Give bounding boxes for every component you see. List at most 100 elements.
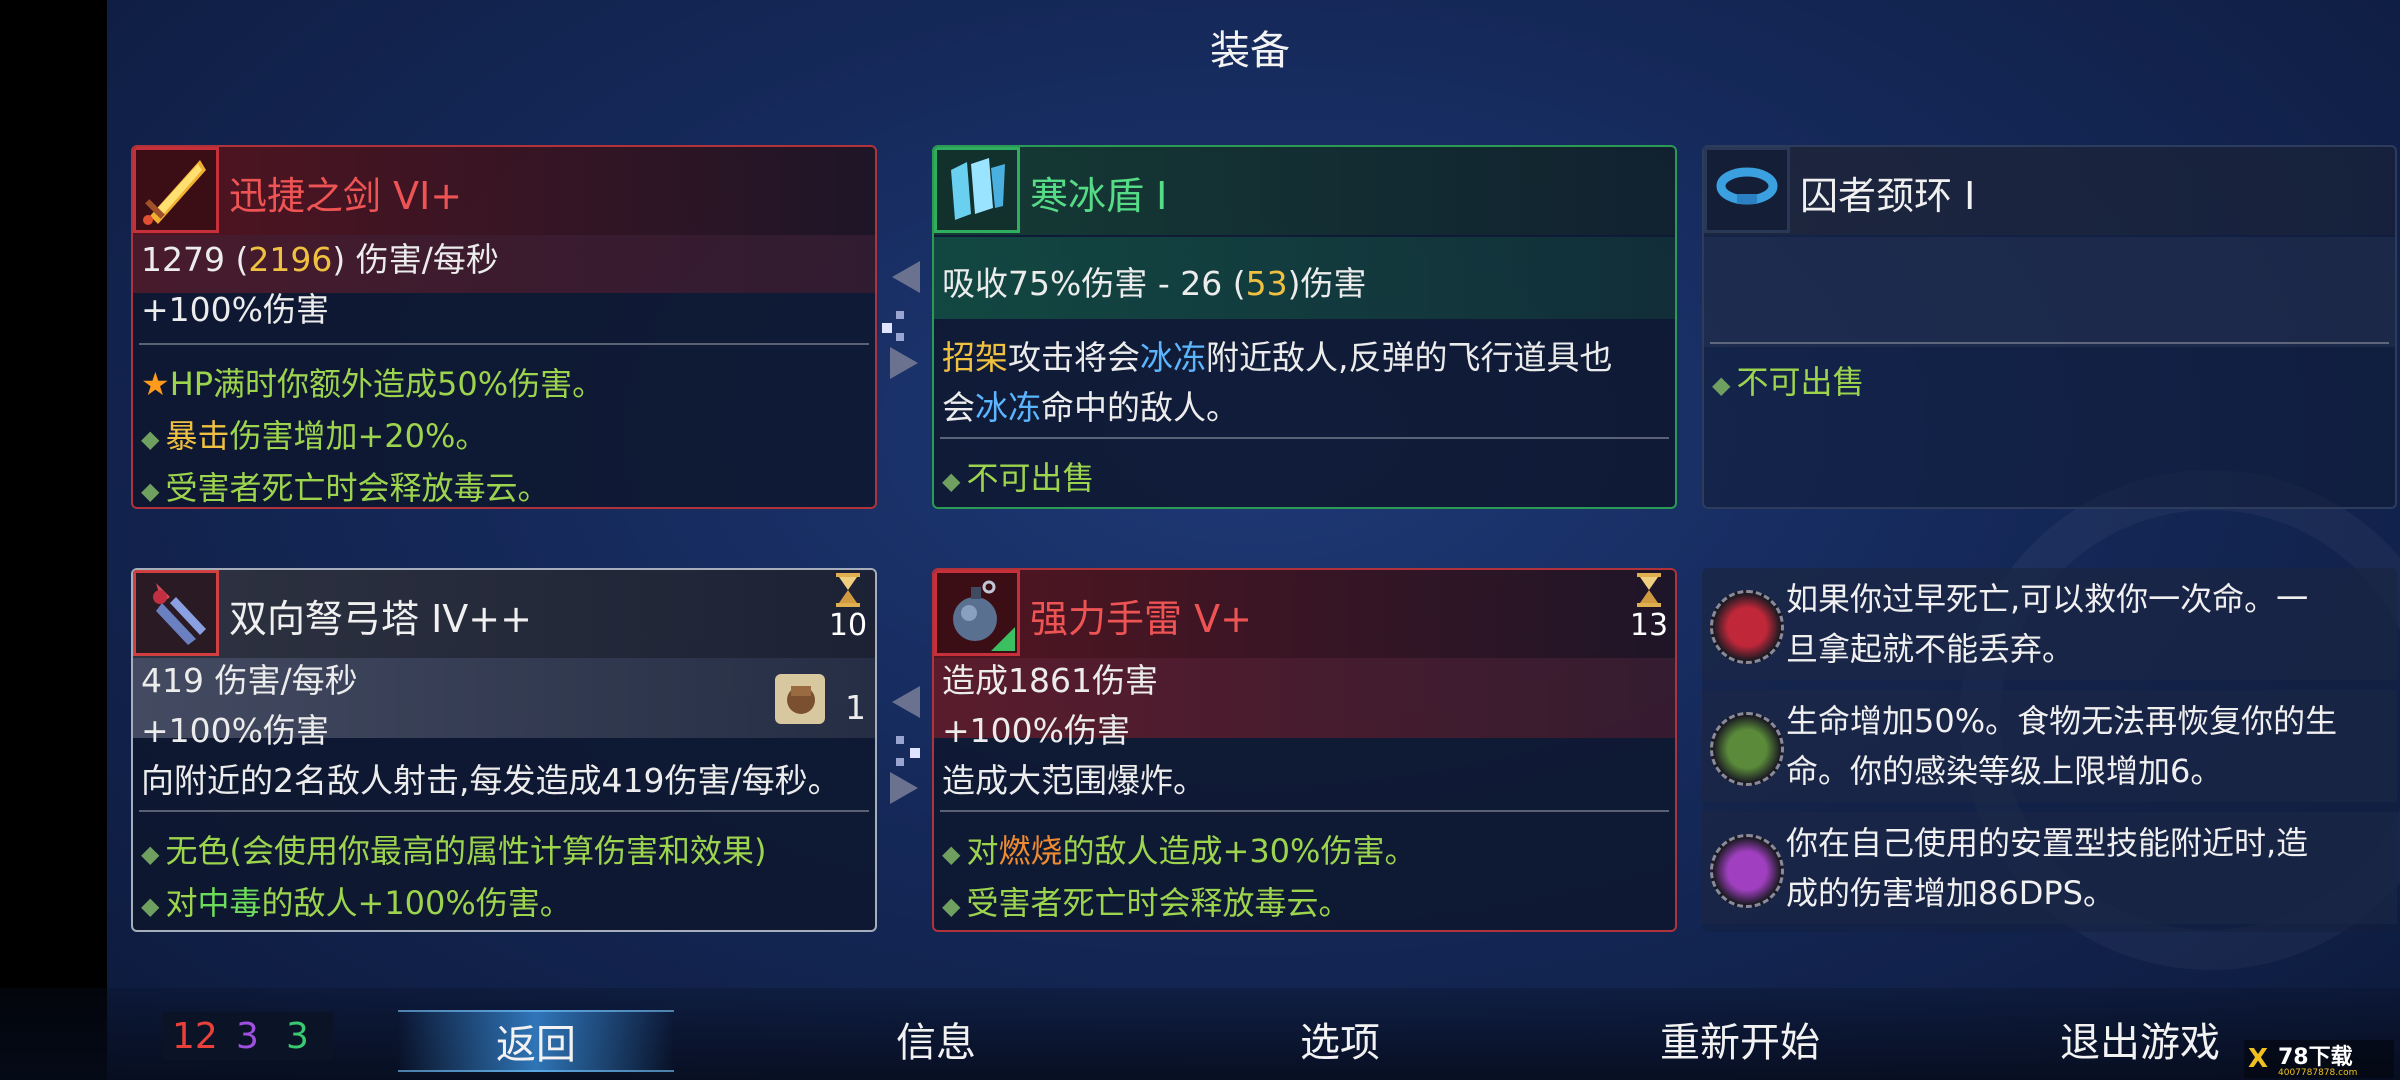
item-name: 寒冰盾 I xyxy=(1030,174,1168,218)
mutation-row[interactable]: 生命增加50%。食物无法再恢复你的生 命。你的感染等级上限增加6。 xyxy=(1702,690,2397,802)
mutation-row[interactable]: 你在自己使用的安置型技能附近时,造 成的伤害增加86DPS。 xyxy=(1702,812,2397,924)
mutation-row[interactable]: 如果你过早死亡,可以救你一次命。一 旦拿起就不能丢弃。 xyxy=(1702,568,2397,680)
weapon-card-swift-sword[interactable]: 迅捷之剑 VI+ 1279 (2196) 伤害/每秒 +100%伤害 ★HP满时… xyxy=(131,145,877,509)
text-segment: 对 xyxy=(165,884,198,922)
star-icon: ★ xyxy=(141,365,170,403)
diamond-bullet-icon: ◆ xyxy=(141,840,160,868)
text-segment: 附近敌人,反弹的飞行道具也 xyxy=(1206,338,1613,377)
absorb-base: 吸收75%伤害 - 26 ( xyxy=(942,264,1246,303)
ice-shield-icon xyxy=(934,147,1020,233)
description-line: 会冰冻命中的敌人。 xyxy=(942,381,1239,429)
stat-band xyxy=(1704,237,2395,347)
scroll-fist-icon xyxy=(775,674,825,724)
text-segment: 无色(会使用你最高的属性计算伤害和效果) xyxy=(165,832,767,870)
dps-base: 1279 ( xyxy=(141,240,249,279)
skill-card-double-crossb-o-matic[interactable]: 双向弩弓塔 IV++ 10 419 伤害/每秒 +100%伤害 1 向附近的2名… xyxy=(131,568,877,932)
mutations-panel: 如果你过早死亡,可以救你一次命。一 旦拿起就不能丢弃。生命增加50%。食物无法再恢… xyxy=(1702,568,2397,932)
cooldown: 10 xyxy=(823,572,873,643)
svg-text:4007787878.com: 4007787878.com xyxy=(2278,1068,2357,1078)
heart-mutation-icon xyxy=(1710,590,1784,664)
description-line: 造成大范围爆炸。 xyxy=(942,761,1206,800)
mutation-description: 如果你过早死亡,可以救你一次命。一 旦拿起就不能丢弃。 xyxy=(1786,580,2309,668)
absorb-unit: )伤害 xyxy=(1287,264,1367,303)
perk-line: ◆ 对燃烧的敌人造成+30%伤害。 xyxy=(942,826,1416,872)
perk-line: ◆ 无色(会使用你最高的属性计算伤害和效果) xyxy=(141,826,766,872)
back-button[interactable]: 返回 xyxy=(398,1010,674,1072)
cooldown: 13 xyxy=(1624,572,1674,643)
page-title: 装备 xyxy=(1210,28,1290,74)
divider xyxy=(139,343,869,345)
dps-crit: 2196 xyxy=(248,240,333,279)
hourglass-icon xyxy=(1637,573,1661,607)
divider xyxy=(940,810,1669,812)
description-line: 向附近的2名敌人射击,每发造成419伤害/每秒。 xyxy=(141,761,841,800)
leaf-mutation-icon xyxy=(1710,712,1784,786)
text-segment: 暴击 xyxy=(165,417,230,455)
bonus-line: +100%伤害 xyxy=(942,711,1130,750)
dps-unit: ) 伤害/每秒 xyxy=(332,240,499,279)
mutation-description: 你在自己使用的安置型技能附近时,造 成的伤害增加86DPS。 xyxy=(1786,824,2309,912)
text-segment: 的敌人造成+30%伤害。 xyxy=(1062,832,1417,870)
text-segment: 中毒 xyxy=(197,884,262,922)
unsellable-note: ◆ 不可出售 xyxy=(1712,363,1865,401)
item-name: 迅捷之剑 VI+ xyxy=(229,174,463,218)
text-segment: HP满时你额外造成50%伤害。 xyxy=(169,365,605,403)
bonus-line: +100%伤害 xyxy=(141,711,329,750)
left-letterbox xyxy=(0,0,107,1080)
tactics-count: 3 xyxy=(236,1016,259,1057)
perk-line: ◆ 受害者死亡时会释放毒云。 xyxy=(141,463,550,507)
svg-text:X: X xyxy=(2248,1044,2268,1074)
text-segment: 伤害增加+20%。 xyxy=(229,417,488,455)
text-segment: 的敌人+100%伤害。 xyxy=(261,884,572,922)
unsellable-note: ◆ 不可出售 xyxy=(942,459,1095,497)
bonus-line: +100%伤害 xyxy=(141,290,329,329)
text-segment: 受害者死亡时会释放毒云。 xyxy=(966,884,1351,922)
svg-text:78下载: 78下载 xyxy=(2278,1044,2353,1070)
swap-arrows-icon[interactable] xyxy=(880,680,930,810)
diamond-bullet-icon: ◆ xyxy=(942,840,961,868)
description-line: 招架攻击将会冰冻附近敌人,反弹的飞行道具也 xyxy=(942,331,1613,379)
options-button[interactable]: 选项 xyxy=(1240,1010,1440,1068)
perk-line: ◆ 暴击伤害增加+20%。 xyxy=(141,411,487,457)
text-segment: 燃烧 xyxy=(998,832,1063,870)
diamond-bullet-icon: ◆ xyxy=(141,425,160,453)
perk-line: ◆ 对中毒的敌人+100%伤害。 xyxy=(141,878,572,924)
scroll-stats: 12 3 3 xyxy=(162,1012,334,1060)
watermark-logo: X 78下载 4007787878.com xyxy=(2244,1040,2394,1078)
sword-icon xyxy=(133,147,219,233)
amulet-card-prisoner-collar[interactable]: 囚者颈环 I ◆ 不可出售 xyxy=(1702,145,2397,509)
restart-button[interactable]: 重新开始 xyxy=(1620,1010,1860,1068)
absorb-line: 吸收75%伤害 - 26 (53)伤害 xyxy=(942,257,1366,305)
dps-line: 419 伤害/每秒 xyxy=(141,661,358,700)
absorb-crit: 53 xyxy=(1245,264,1288,303)
collar-icon xyxy=(1704,147,1790,233)
shield-card-ice-shield[interactable]: 寒冰盾 I 吸收75%伤害 - 26 (53)伤害 招架攻击将会冰冻附近敌人,反… xyxy=(932,145,1677,509)
skill-card-powerful-grenade[interactable]: 强力手雷 V+ 13 造成1861伤害 +100%伤害 造成大范围爆炸。 ◆ 对燃… xyxy=(932,568,1677,932)
diamond-bullet-icon: ◆ xyxy=(942,892,961,920)
text-segment: 命中的敌人。 xyxy=(1041,388,1239,427)
text-segment: 冰冻 xyxy=(1140,338,1206,377)
text-segment: 攻击将会 xyxy=(1008,338,1140,377)
text-segment: 受害者死亡时会释放毒云。 xyxy=(165,469,550,507)
text-segment: 对 xyxy=(966,832,999,870)
cooldown-seconds: 10 xyxy=(828,608,868,643)
perk-line: ★HP满时你额外造成50%伤害。 xyxy=(141,359,604,405)
cooldown-seconds: 13 xyxy=(1629,608,1669,643)
perk-line: ◆ 受害者死亡时会释放毒云。 xyxy=(942,878,1350,924)
grenade-icon xyxy=(934,570,1020,656)
hourglass-icon xyxy=(836,573,860,607)
info-button[interactable]: 信息 xyxy=(836,1010,1036,1068)
damage-line: 造成1861伤害 xyxy=(942,661,1158,700)
text-segment: 会 xyxy=(942,388,975,427)
divider xyxy=(139,810,869,812)
dps-line: 1279 (2196) 伤害/每秒 xyxy=(141,233,499,281)
item-name: 双向弩弓塔 IV++ xyxy=(229,597,532,641)
text-segment: 冰冻 xyxy=(975,388,1041,427)
eye-mutation-icon xyxy=(1710,834,1784,908)
brutality-count: 12 xyxy=(172,1016,218,1057)
crossbow-turret-icon xyxy=(133,570,219,656)
quit-game-button[interactable]: 退出游戏 xyxy=(2020,1010,2260,1068)
text-segment: 招架 xyxy=(942,338,1008,377)
scroll-count: 1 xyxy=(845,688,866,727)
swap-arrows-icon[interactable] xyxy=(880,255,930,385)
